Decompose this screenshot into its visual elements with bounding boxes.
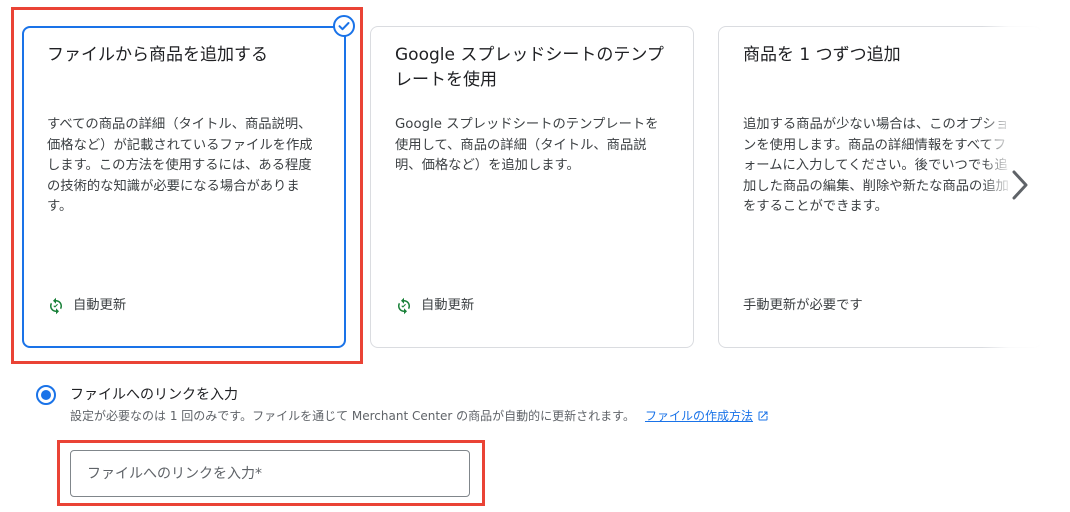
- chevron-right-icon: [1012, 170, 1028, 200]
- card-footer: 自動更新: [47, 297, 126, 315]
- file-link-input[interactable]: [70, 450, 470, 497]
- link-option-helper: 設定が必要なのは 1 回のみです。ファイルを通じて Merchant Cente…: [70, 408, 769, 424]
- link-option-label: ファイルへのリンクを入力: [70, 387, 238, 403]
- sync-icon: [50, 297, 62, 315]
- card-description: すべての商品の詳細（タイトル、商品説明、価格など）が記載されているファイルを作成…: [47, 117, 313, 214]
- card-footer: 自動更新: [395, 297, 474, 315]
- card-description: 追加する商品が少ない場合は、このオプションを使用します。商品の詳細情報をすべてフ…: [743, 117, 1009, 214]
- product-source-page: ファイルから商品を追加する すべての商品の詳細（タイトル、商品説明、価格など）が…: [0, 0, 1070, 512]
- card-add-from-file[interactable]: ファイルから商品を追加する すべての商品の詳細（タイトル、商品説明、価格など）が…: [22, 26, 346, 348]
- card-description: Google スプレッドシートのテンプレートを使用して、商品の詳細（タイトル、商…: [395, 117, 659, 173]
- card-footer-label: 手動更新が必要です: [743, 298, 863, 313]
- card-footer-label: 自動更新: [73, 298, 127, 313]
- open-in-new-icon: [758, 411, 768, 421]
- link-option-radio[interactable]: [36, 385, 56, 405]
- card-title: Google スプレッドシートのテンプレートを使用: [395, 45, 664, 90]
- carousel-next-button[interactable]: [1004, 165, 1036, 205]
- sync-icon: [398, 297, 410, 315]
- card-footer: 手動更新が必要です: [743, 297, 863, 315]
- card-use-sheets-template[interactable]: Google スプレッドシートのテンプレートを使用 Google スプレッドシー…: [370, 26, 694, 348]
- check-circle-icon: [333, 15, 355, 37]
- card-title: ファイルから商品を追加する: [47, 45, 268, 65]
- help-link[interactable]: ファイルの作成方法: [645, 408, 753, 424]
- helper-text: 設定が必要なのは 1 回のみです。ファイルを通じて Merchant Cente…: [70, 409, 635, 423]
- card-footer-label: 自動更新: [421, 298, 475, 313]
- card-title: 商品を 1 つずつ追加: [743, 45, 901, 65]
